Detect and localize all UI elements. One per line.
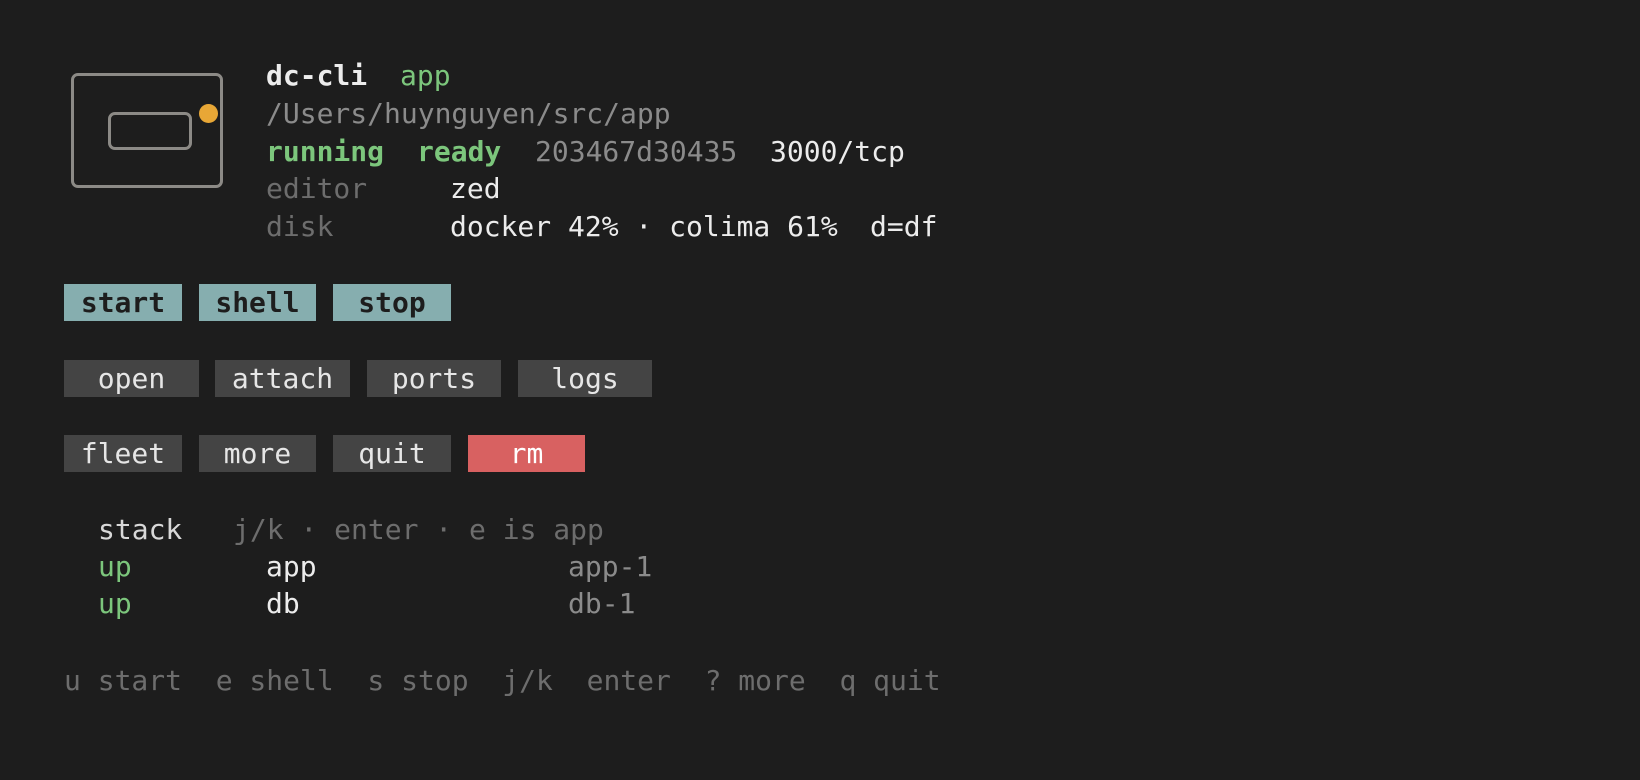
project-name: app xyxy=(400,59,451,92)
status-dot-icon xyxy=(199,104,218,123)
ports-button[interactable]: ports xyxy=(367,360,501,397)
container-inner-shape xyxy=(108,112,192,150)
attach-button[interactable]: attach xyxy=(215,360,350,397)
service-name: db xyxy=(266,587,300,620)
stack-hint: j/k · enter · e is app xyxy=(233,513,604,546)
editor-label: editor xyxy=(266,172,368,205)
start-button[interactable]: start xyxy=(64,284,182,321)
container-icon xyxy=(71,73,223,188)
more-button[interactable]: more xyxy=(199,435,316,472)
disk-label: disk xyxy=(266,210,334,243)
service-status: up xyxy=(98,550,132,583)
shell-button[interactable]: shell xyxy=(199,284,316,321)
container-id: 203467d30435 xyxy=(535,135,738,168)
port-mapping: 3000/tcp xyxy=(770,135,905,168)
app-name: dc-cli xyxy=(266,59,368,92)
stop-button[interactable]: stop xyxy=(333,284,451,321)
project-path: /Users/huynguyen/src/app xyxy=(266,97,671,130)
status-badge: running xyxy=(266,135,385,168)
stack-title: stack xyxy=(98,513,183,546)
health-badge: ready xyxy=(417,135,502,168)
rm-button[interactable]: rm xyxy=(468,435,585,472)
logs-button[interactable]: logs xyxy=(518,360,652,397)
disk-hint: d=df xyxy=(870,210,938,243)
service-container: db-1 xyxy=(568,587,636,620)
fleet-button[interactable]: fleet xyxy=(64,435,182,472)
keybinding-hints: u start e shell s stop j/k enter ? more … xyxy=(64,664,941,697)
quit-button[interactable]: quit xyxy=(333,435,451,472)
disk-usage: docker 42% · colima 61% xyxy=(450,210,838,243)
service-name: app xyxy=(266,550,317,583)
editor-value: zed xyxy=(450,172,501,205)
service-container: app-1 xyxy=(568,550,653,583)
service-status: up xyxy=(98,587,132,620)
open-button[interactable]: open xyxy=(64,360,199,397)
